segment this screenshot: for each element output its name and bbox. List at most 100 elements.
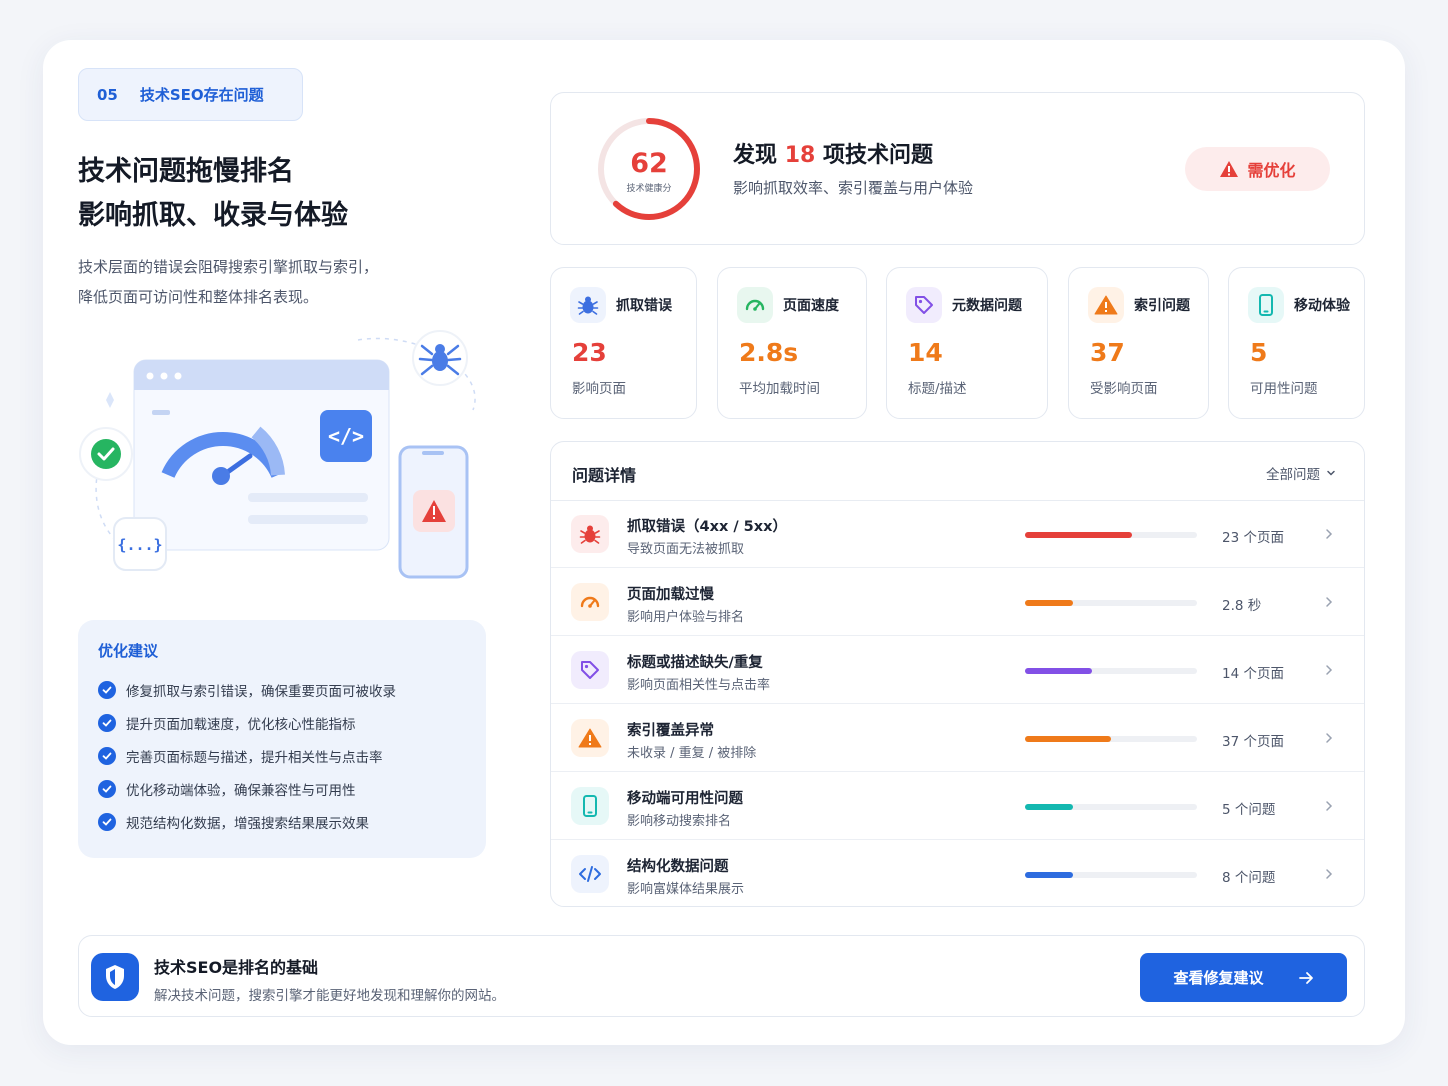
issue-title: 索引覆盖异常: [627, 723, 714, 739]
issue-count: 8 个问题: [1222, 870, 1276, 886]
description-line-2: 降低页面可访问性和整体排名表现。: [78, 288, 319, 306]
headline-line-2: 影响抓取、收录与体验: [78, 200, 348, 231]
metric-mobile[interactable]: 移动体验 5 可用性问题: [1228, 267, 1365, 419]
metric-sub: 受影响页面: [1090, 381, 1158, 397]
metric-page-speed[interactable]: 页面速度 2.8s 平均加载时间: [717, 267, 867, 419]
svg-text:</>: </>: [328, 424, 364, 448]
status-badge: 需优化: [1185, 147, 1330, 191]
issue-title: 移动端可用性问题: [627, 791, 743, 807]
issue-progress: [1025, 600, 1197, 606]
issue-title: 结构化数据问题: [627, 859, 729, 875]
metric-sub: 平均加载时间: [739, 381, 820, 397]
footer-title: 技术SEO是排名的基础: [154, 958, 319, 977]
chevron-down-icon: [1327, 470, 1335, 476]
issue-progress: [1025, 532, 1197, 538]
check-icon: [98, 746, 116, 765]
status-badge-text: 需优化: [1247, 161, 1296, 180]
issue-sub: 导致页面无法被抓取: [627, 542, 745, 557]
shield-icon: [91, 953, 139, 1001]
issue-sub: 影响富媒体结果展示: [627, 882, 745, 897]
tag-icon: [571, 651, 609, 689]
issue-filter-dropdown[interactable]: 全部问题: [1266, 463, 1336, 483]
health-summary: 62 技术健康分 发现 18 项技术问题 影响抓取效率、索引覆盖与用户体验 需优…: [550, 92, 1365, 245]
warning-icon: [1220, 161, 1239, 177]
metric-crawl-errors[interactable]: 抓取错误 23 影响页面: [550, 267, 697, 419]
issue-row-speed[interactable]: 页面加载过慢 影响用户体验与排名 2.8 秒: [551, 569, 1364, 636]
optimization-tips: 优化建议 修复抓取与索引错误，确保重要页面可被收录 提升页面加载速度，优化核心性…: [78, 620, 486, 858]
check-icon: [98, 779, 116, 798]
chevron-right-icon: [1326, 597, 1333, 607]
tip-item: 完善页面标题与描述，提升相关性与点击率: [98, 739, 466, 772]
issue-title: 页面加载过慢: [627, 587, 714, 603]
issue-count: 37 个页面: [1222, 734, 1284, 750]
issue-progress-fill: [1025, 532, 1132, 538]
chevron-right-icon: [1326, 665, 1333, 675]
metric-label: 抓取错误: [616, 298, 672, 314]
tip-text: 提升页面加载速度，优化核心性能指标: [126, 716, 356, 733]
health-score-ring: 62 技术健康分: [598, 118, 700, 220]
browser-speed-illustration: </> {...}: [79, 330, 476, 579]
issue-count: 23 个页面: [1222, 530, 1284, 546]
chevron-right-icon: [1326, 529, 1333, 539]
footer-banner: 技术SEO是排名的基础 解决技术问题，搜索引擎才能更好地发现和理解你的网站。 查…: [78, 935, 1365, 1017]
section-tag: 05 技术SEO存在问题: [78, 68, 303, 121]
issue-title: 标题或描述缺失/重复: [627, 655, 763, 671]
summary-title-prefix: 发现: [733, 143, 778, 168]
tip-text: 优化移动端体验，确保兼容性与可用性: [126, 782, 356, 799]
chevron-right-icon: [1326, 733, 1333, 743]
issue-details: 问题详情 全部问题 抓取错误（4xx / 5xx） 导致页面无法被抓取 23 个…: [550, 441, 1365, 907]
details-header: 问题详情 全部问题: [551, 442, 1364, 501]
spider-icon: [418, 344, 462, 376]
hero-illustration: </> {...}: [78, 330, 488, 590]
check-icon: [98, 680, 116, 699]
tip-text: 完善页面标题与描述，提升相关性与点击率: [126, 749, 383, 766]
bug-icon: [570, 287, 606, 323]
issue-title: 抓取错误（4xx / 5xx）: [627, 519, 787, 535]
tip-item: 规范结构化数据，增强搜索结果展示效果: [98, 805, 466, 838]
issue-row-structured-data[interactable]: 结构化数据问题 影响富媒体结果展示 8 个问题: [551, 841, 1364, 906]
issue-count: 2.8 秒: [1222, 598, 1262, 614]
issue-row-crawl[interactable]: 抓取错误（4xx / 5xx） 导致页面无法被抓取 23 个页面: [551, 501, 1364, 568]
issue-sub: 未收录 / 重复 / 被排除: [627, 746, 757, 761]
metric-label: 页面速度: [783, 298, 839, 314]
details-title: 问题详情: [572, 466, 637, 485]
metric-label: 索引问题: [1134, 298, 1190, 314]
code-braces-label: {...}: [117, 536, 162, 554]
tips-title: 优化建议: [98, 642, 159, 660]
issue-row-mobile[interactable]: 移动端可用性问题 影响移动搜索排名 5 个问题: [551, 773, 1364, 840]
view-fix-suggestions-button[interactable]: 查看修复建议: [1140, 953, 1347, 1002]
tag-icon: [906, 287, 942, 323]
health-score: 62: [630, 148, 668, 179]
warning-icon: [571, 719, 609, 757]
button-label: 查看修复建议: [1173, 969, 1264, 987]
issue-row-metadata[interactable]: 标题或描述缺失/重复 影响页面相关性与点击率 14 个页面: [551, 637, 1364, 704]
metric-value: 23: [572, 338, 607, 367]
check-icon: [98, 812, 116, 831]
summary-subtitle: 影响抓取效率、索引覆盖与用户体验: [733, 179, 974, 197]
issue-progress: [1025, 804, 1197, 810]
issue-count: 5 个问题: [1222, 802, 1276, 818]
headline-line-1: 技术问题拖慢排名: [78, 156, 294, 187]
issue-progress: [1025, 736, 1197, 742]
issue-sub: 影响用户体验与排名: [627, 610, 745, 625]
section-label: 技术SEO存在问题: [139, 86, 264, 104]
tip-text: 修复抓取与索引错误，确保重要页面可被收录: [126, 683, 396, 700]
mobile-icon: [571, 787, 609, 825]
filter-label: 全部问题: [1266, 467, 1320, 483]
metric-sub: 标题/描述: [908, 381, 967, 397]
summary-title-suffix: 项技术问题: [822, 143, 933, 168]
metric-metadata[interactable]: 元数据问题 14 标题/描述: [886, 267, 1048, 419]
metric-index[interactable]: 索引问题 37 受影响页面: [1068, 267, 1209, 419]
tip-item: 提升页面加载速度，优化核心性能指标: [98, 706, 466, 739]
issue-progress-fill: [1025, 736, 1111, 742]
metric-label: 元数据问题: [952, 298, 1022, 314]
check-icon: [98, 713, 116, 732]
page-headline: 技术问题拖慢排名 影响抓取、收录与体验: [78, 150, 348, 238]
chevron-right-icon: [1326, 869, 1333, 879]
tip-item: 优化移动端体验，确保兼容性与可用性: [98, 772, 466, 805]
issue-row-index[interactable]: 索引覆盖异常 未收录 / 重复 / 被排除 37 个页面: [551, 705, 1364, 772]
metric-value: 5: [1250, 338, 1268, 367]
section-number: 05: [97, 85, 118, 104]
issue-sub: 影响页面相关性与点击率: [627, 678, 771, 693]
issue-progress-fill: [1025, 804, 1074, 810]
